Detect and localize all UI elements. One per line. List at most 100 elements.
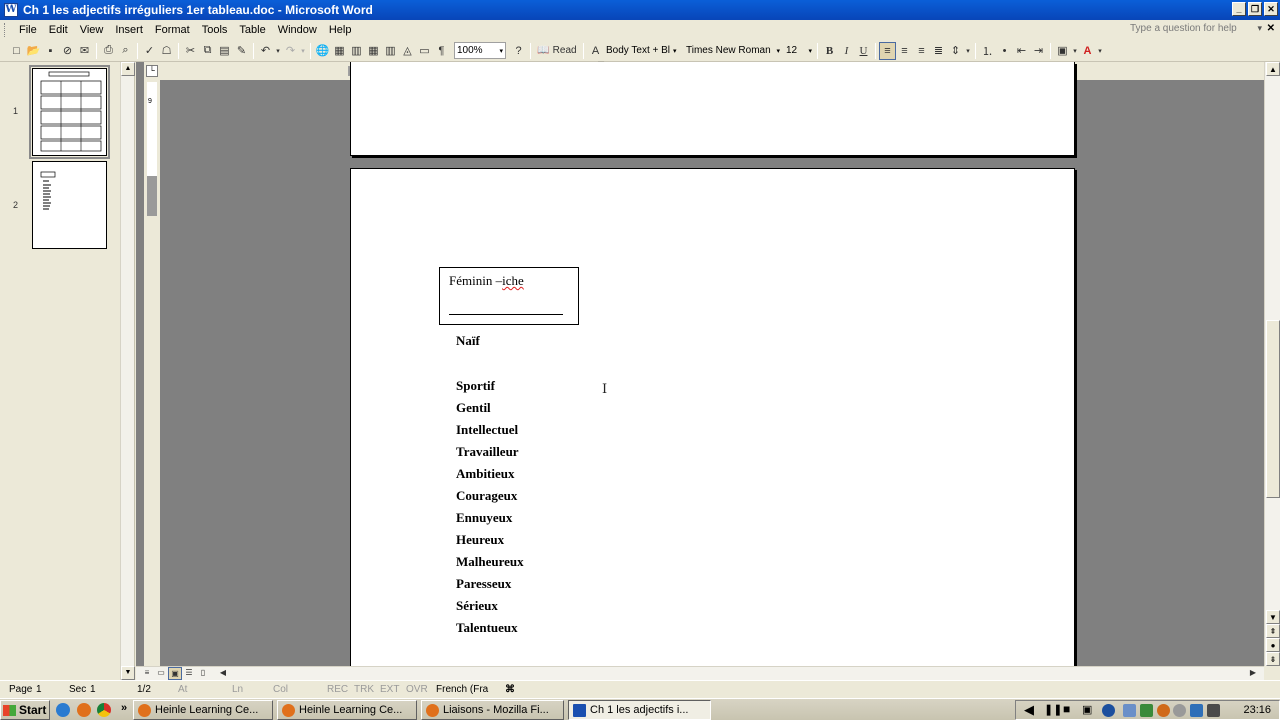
normal-view-icon[interactable]: ≡: [140, 667, 154, 680]
thumbnail-page-2[interactable]: [32, 161, 107, 249]
print-preview-icon[interactable]: ⌕: [117, 42, 134, 60]
insert-excel-icon[interactable]: ▦: [365, 42, 382, 60]
permission-icon[interactable]: ⊘: [59, 42, 76, 60]
font-select[interactable]: Times New Roman ▾: [684, 42, 784, 59]
read-button[interactable]: 📖 Read: [534, 42, 580, 60]
columns-icon[interactable]: ▥: [382, 42, 399, 60]
help-icon[interactable]: ?: [510, 42, 527, 60]
undo-dropdown-icon[interactable]: ▾: [274, 42, 282, 60]
close-document-button[interactable]: ✕: [1267, 23, 1275, 34]
outline-view-icon[interactable]: ☰: [182, 667, 196, 680]
decrease-indent-icon[interactable]: ⇤: [1013, 42, 1030, 60]
underline-button[interactable]: U: [855, 42, 872, 60]
align-center-button[interactable]: ≡: [896, 42, 913, 60]
scroll-up-icon[interactable]: ▲: [1266, 62, 1280, 76]
zoom-select[interactable]: 100% ▾: [454, 42, 506, 59]
menu-format[interactable]: Format: [149, 24, 196, 36]
vertical-ruler[interactable]: └ 9: [144, 62, 160, 666]
tab-selector-icon[interactable]: └: [146, 65, 158, 77]
thumbnail-page-1[interactable]: [29, 65, 110, 159]
numbering-icon[interactable]: ⒈: [979, 42, 996, 60]
cut-icon[interactable]: ✂: [182, 42, 199, 60]
increase-indent-icon[interactable]: ⇥: [1030, 42, 1047, 60]
research-icon[interactable]: ☖: [158, 42, 175, 60]
word-app-icon[interactable]: W: [4, 3, 18, 17]
tray-network-icon[interactable]: [1140, 704, 1153, 717]
start-button[interactable]: Start: [0, 700, 50, 720]
vertical-scrollbar[interactable]: ▲ ▼ ⇞ ● ⇟: [1264, 62, 1280, 666]
status-language[interactable]: French (Fra: [436, 684, 488, 695]
open-folder-icon[interactable]: 📂: [25, 42, 42, 60]
firefox-quicklaunch-icon[interactable]: [77, 703, 91, 717]
menu-help[interactable]: Help: [323, 24, 358, 36]
taskbar-clock[interactable]: 23:16: [1243, 704, 1271, 716]
close-button[interactable]: ✕: [1264, 2, 1278, 16]
new-document-icon[interactable]: □: [8, 42, 25, 60]
menu-grip[interactable]: [4, 23, 7, 37]
tray-update-icon[interactable]: [1190, 704, 1203, 717]
format-painter-icon[interactable]: ✎: [233, 42, 250, 60]
save-icon[interactable]: ▪: [42, 42, 59, 60]
style-select[interactable]: Body Text + Bl ▾: [604, 42, 684, 59]
taskbar-item-heinle-1[interactable]: Heinle Learning Ce...: [133, 700, 273, 720]
chrome-quicklaunch-icon[interactable]: [97, 703, 111, 717]
feminine-heading-box[interactable]: Féminin –iche: [439, 267, 579, 325]
taskbar-item-word-doc[interactable]: Ch 1 les adjectifs i...: [568, 700, 711, 720]
font-size-select[interactable]: 12 ▾: [784, 42, 814, 59]
scroll-down-icon[interactable]: ▼: [1266, 610, 1280, 624]
tray-back-icon[interactable]: ◀: [1024, 702, 1034, 718]
menu-insert[interactable]: Insert: [109, 24, 149, 36]
document-page-1[interactable]: [350, 62, 1075, 156]
media-record-icon[interactable]: ▣: [1082, 703, 1092, 716]
align-right-button[interactable]: ≡: [913, 42, 930, 60]
minimize-button[interactable]: _: [1232, 2, 1246, 16]
email-icon[interactable]: ✉: [76, 42, 93, 60]
undo-icon[interactable]: ↶: [257, 42, 274, 60]
next-page-icon[interactable]: ⇟: [1266, 652, 1280, 666]
borders-icon[interactable]: ▣: [1054, 42, 1071, 60]
redo-icon[interactable]: ↷: [282, 42, 299, 60]
previous-page-icon[interactable]: ⇞: [1266, 624, 1280, 638]
menu-view[interactable]: View: [74, 24, 110, 36]
line-spacing-dropdown-icon[interactable]: ▾: [964, 42, 972, 60]
scrollbar-thumb[interactable]: [1266, 320, 1280, 498]
thumbnail-scroll-down-icon[interactable]: ▼: [121, 666, 135, 680]
spelling-status-icon[interactable]: ⌘: [505, 684, 515, 695]
document-map-icon[interactable]: ▭: [416, 42, 433, 60]
bullets-icon[interactable]: •: [996, 42, 1013, 60]
print-layout-icon[interactable]: ▣: [168, 667, 182, 680]
help-dropdown-icon[interactable]: ▾: [1257, 23, 1262, 34]
justify-button[interactable]: ≣: [930, 42, 947, 60]
status-ext[interactable]: EXT: [380, 684, 399, 695]
status-trk[interactable]: TRK: [354, 684, 374, 695]
borders-dropdown-icon[interactable]: ▾: [1071, 42, 1079, 60]
redo-dropdown-icon[interactable]: ▾: [299, 42, 307, 60]
tray-device-icon[interactable]: [1207, 704, 1220, 717]
align-left-button[interactable]: ≡: [879, 41, 896, 60]
media-pause-icon[interactable]: ❚❚: [1044, 703, 1062, 716]
ie-quicklaunch-icon[interactable]: [56, 703, 70, 717]
taskbar-item-heinle-2[interactable]: Heinle Learning Ce...: [277, 700, 417, 720]
scroll-left-icon[interactable]: ◀: [216, 667, 230, 680]
web-layout-icon[interactable]: ▭: [154, 667, 168, 680]
taskbar-item-liaisons[interactable]: Liaisons - Mozilla Fi...: [421, 700, 564, 720]
status-rec[interactable]: REC: [327, 684, 348, 695]
thumbnail-scroll-up-icon[interactable]: ▲: [121, 62, 135, 76]
hyperlink-icon[interactable]: 🌐: [314, 42, 331, 60]
italic-button[interactable]: I: [838, 42, 855, 60]
select-browse-object-icon[interactable]: ●: [1266, 638, 1280, 652]
tray-misc-icon[interactable]: [1173, 704, 1186, 717]
scroll-right-icon[interactable]: ▶: [1246, 667, 1260, 680]
menu-edit[interactable]: Edit: [43, 24, 74, 36]
tray-volume-icon[interactable]: [1123, 704, 1136, 717]
tray-security-icon[interactable]: [1157, 704, 1170, 717]
menu-tools[interactable]: Tools: [196, 24, 234, 36]
font-color-dropdown-icon[interactable]: ▾: [1096, 42, 1104, 60]
restore-button[interactable]: ❐: [1248, 2, 1262, 16]
media-stop-icon[interactable]: ■: [1063, 702, 1070, 716]
paste-icon[interactable]: ▤: [216, 42, 233, 60]
horizontal-scrollbar[interactable]: ≡ ▭ ▣ ☰ ▯ ◀ ▶: [136, 666, 1264, 680]
styles-formatting-icon[interactable]: A: [587, 42, 604, 60]
thumbnail-scrollbar[interactable]: ▲ ▼: [120, 62, 135, 680]
copy-icon[interactable]: ⧉: [199, 42, 216, 60]
